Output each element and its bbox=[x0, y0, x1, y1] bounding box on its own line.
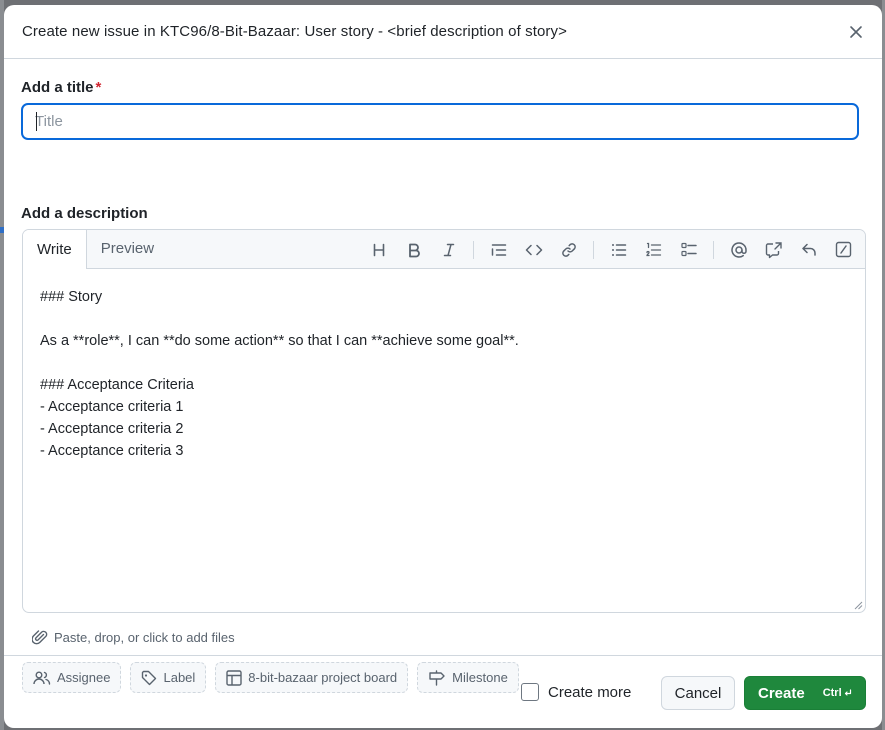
italic-icon bbox=[443, 243, 454, 256]
reply-button[interactable] bbox=[791, 235, 826, 265]
heading-icon bbox=[373, 243, 384, 256]
keyboard-shortcut: Ctrl bbox=[823, 687, 852, 699]
bold-icon bbox=[408, 243, 420, 257]
shortcut-ctrl: Ctrl bbox=[822, 687, 842, 699]
task-list-icon bbox=[680, 242, 697, 256]
dialog-title: Create new issue in KTC96/8-Bit-Bazaar: … bbox=[22, 23, 567, 40]
close-icon bbox=[850, 25, 862, 38]
title-input[interactable] bbox=[21, 103, 859, 140]
quote-button[interactable] bbox=[481, 235, 516, 265]
cross-reference-button[interactable] bbox=[756, 235, 791, 265]
title-field-label: Add a title * bbox=[21, 79, 101, 96]
enter-key-icon bbox=[844, 689, 851, 696]
link-icon bbox=[561, 242, 576, 257]
toolbar-divider bbox=[593, 240, 594, 259]
dialog-header: Create new issue in KTC96/8-Bit-Bazaar: … bbox=[4, 5, 882, 59]
create-issue-dialog: Create new issue in KTC96/8-Bit-Bazaar: … bbox=[4, 5, 882, 728]
create-button[interactable]: Create Ctrl bbox=[744, 676, 866, 710]
bold-button[interactable] bbox=[396, 235, 431, 265]
code-icon bbox=[525, 244, 542, 255]
description-textarea[interactable]: ### Story As a **role**, I can **do some… bbox=[23, 269, 865, 612]
resize-handle[interactable] bbox=[854, 601, 863, 610]
mention-button[interactable] bbox=[721, 235, 756, 265]
cross-reference-icon bbox=[765, 241, 782, 258]
link-button[interactable] bbox=[551, 235, 586, 265]
heading-button[interactable] bbox=[361, 235, 396, 265]
formatting-toolbar bbox=[361, 230, 861, 269]
markdown-editor: Write Preview ### Story As a **role**, I… bbox=[22, 229, 866, 613]
toolbar-divider bbox=[473, 240, 474, 259]
paperclip-icon bbox=[32, 630, 48, 645]
cancel-button[interactable]: Cancel bbox=[661, 676, 735, 710]
task-list-button[interactable] bbox=[671, 235, 706, 265]
mention-icon bbox=[730, 241, 747, 258]
italic-button[interactable] bbox=[431, 235, 466, 265]
editor-header: Write Preview bbox=[23, 230, 865, 269]
ordered-list-button[interactable] bbox=[636, 235, 671, 265]
ordered-list-icon bbox=[645, 242, 661, 256]
tab-write[interactable]: Write bbox=[23, 230, 87, 269]
toolbar-divider bbox=[713, 240, 714, 259]
unordered-list-button[interactable] bbox=[601, 235, 636, 265]
close-button[interactable] bbox=[844, 20, 868, 44]
create-label: Create bbox=[758, 684, 805, 702]
title-label-text: Add a title bbox=[21, 79, 94, 96]
create-more-checkbox[interactable] bbox=[521, 683, 539, 701]
description-label: Add a description bbox=[21, 205, 148, 222]
dialog-footer: Create more Cancel Create Ctrl bbox=[4, 655, 882, 728]
create-more-label: Create more bbox=[548, 683, 632, 701]
required-marker: * bbox=[95, 79, 102, 96]
attach-label: Paste, drop, or click to add files bbox=[54, 629, 235, 645]
unordered-list-icon bbox=[611, 243, 626, 256]
slash-commands-button[interactable] bbox=[826, 235, 861, 265]
create-more-toggle[interactable]: Create more bbox=[521, 683, 631, 701]
quote-icon bbox=[491, 243, 506, 256]
file-attachment-area[interactable]: Paste, drop, or click to add files bbox=[32, 629, 235, 645]
reply-icon bbox=[801, 243, 816, 256]
code-button[interactable] bbox=[516, 235, 551, 265]
text-caret bbox=[36, 112, 37, 131]
tab-preview[interactable]: Preview bbox=[87, 230, 168, 268]
slash-commands-icon bbox=[835, 241, 852, 258]
